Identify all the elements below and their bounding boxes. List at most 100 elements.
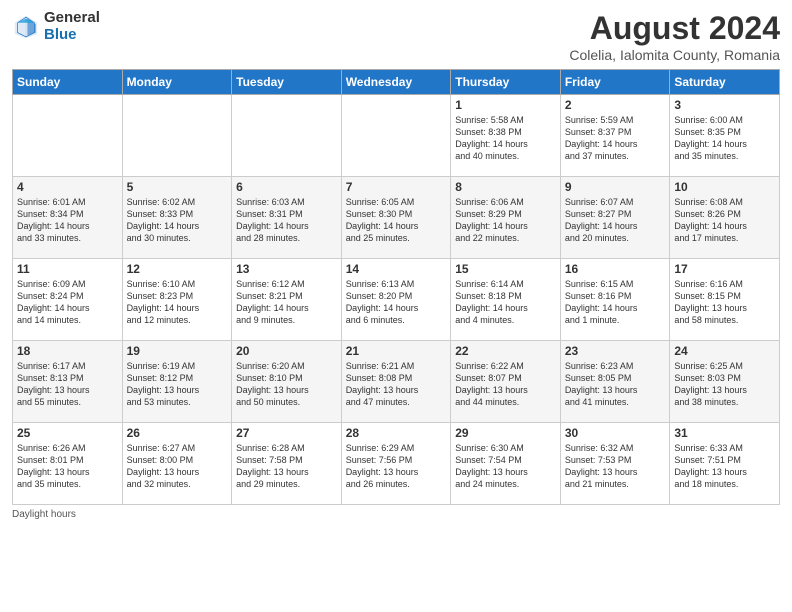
day-number: 11 (17, 262, 118, 276)
day-cell (13, 95, 123, 177)
day-info: Sunrise: 6:15 AM Sunset: 8:16 PM Dayligh… (565, 278, 666, 327)
day-number: 22 (455, 344, 556, 358)
day-cell: 4Sunrise: 6:01 AM Sunset: 8:34 PM Daylig… (13, 177, 123, 259)
day-cell (122, 95, 232, 177)
day-number: 9 (565, 180, 666, 194)
main-title: August 2024 (569, 10, 780, 47)
day-number: 1 (455, 98, 556, 112)
week-row-5: 25Sunrise: 6:26 AM Sunset: 8:01 PM Dayli… (13, 423, 780, 505)
day-cell: 27Sunrise: 6:28 AM Sunset: 7:58 PM Dayli… (232, 423, 342, 505)
week-row-3: 11Sunrise: 6:09 AM Sunset: 8:24 PM Dayli… (13, 259, 780, 341)
day-number: 20 (236, 344, 337, 358)
day-info: Sunrise: 6:23 AM Sunset: 8:05 PM Dayligh… (565, 360, 666, 409)
day-cell: 18 Sunrise: 6:17 AM Sunset: 8:13 PM Dayli… (13, 341, 123, 423)
day-number: 13 (236, 262, 337, 276)
day-cell: 11Sunrise: 6:09 AM Sunset: 8:24 PM Dayli… (13, 259, 123, 341)
col-wednesday: Wednesday (341, 70, 451, 95)
day-number: 7 (346, 180, 447, 194)
day-cell: 2 Sunrise: 5:59 AM Sunset: 8:37 PM Daylig… (560, 95, 670, 177)
col-sunday: Sunday (13, 70, 123, 95)
day-number: 21 (346, 344, 447, 358)
title-block: August 2024 Colelia, Ialomita County, Ro… (569, 10, 780, 63)
day-info: Sunrise: 6:06 AM Sunset: 8:29 PM Dayligh… (455, 196, 556, 245)
day-cell: 31Sunrise: 6:33 AM Sunset: 7:51 PM Dayli… (670, 423, 780, 505)
header: General Blue August 2024 Colelia, Ialomi… (12, 10, 780, 63)
day-cell: 28Sunrise: 6:29 AM Sunset: 7:56 PM Dayli… (341, 423, 451, 505)
page-container: General Blue August 2024 Colelia, Ialomi… (0, 0, 792, 612)
col-monday: Monday (122, 70, 232, 95)
day-cell: 26Sunrise: 6:27 AM Sunset: 8:00 PM Dayli… (122, 423, 232, 505)
day-cell: 21 Sunrise: 6:21 AM Sunset: 8:08 PM Dayli… (341, 341, 451, 423)
day-info: Sunrise: 6:22 AM Sunset: 8:07 PM Dayligh… (455, 360, 556, 409)
day-info: Sunrise: 6:25 AM Sunset: 8:03 PM Dayligh… (674, 360, 775, 409)
day-info: Sunrise: 6:07 AM Sunset: 8:27 PM Dayligh… (565, 196, 666, 245)
day-number: 15 (455, 262, 556, 276)
day-info: Sunrise: 6:16 AM Sunset: 8:15 PM Dayligh… (674, 278, 775, 327)
day-info: Sunrise: 6:14 AM Sunset: 8:18 PM Dayligh… (455, 278, 556, 327)
week-row-2: 4Sunrise: 6:01 AM Sunset: 8:34 PM Daylig… (13, 177, 780, 259)
day-info: Sunrise: 6:13 AM Sunset: 8:20 PM Dayligh… (346, 278, 447, 327)
day-cell: 9 Sunrise: 6:07 AM Sunset: 8:27 PM Daylig… (560, 177, 670, 259)
logo-general: General (44, 10, 100, 27)
calendar-header: Sunday Monday Tuesday Wednesday Thursday… (13, 70, 780, 95)
col-saturday: Saturday (670, 70, 780, 95)
day-info: Sunrise: 6:20 AM Sunset: 8:10 PM Dayligh… (236, 360, 337, 409)
day-cell: 30Sunrise: 6:32 AM Sunset: 7:53 PM Dayli… (560, 423, 670, 505)
day-number: 29 (455, 426, 556, 440)
col-thursday: Thursday (451, 70, 561, 95)
day-cell: 14 Sunrise: 6:13 AM Sunset: 8:20 PM Dayli… (341, 259, 451, 341)
day-cell: 1 Sunrise: 5:58 AM Sunset: 8:38 PM Daylig… (451, 95, 561, 177)
week-row-1: 1 Sunrise: 5:58 AM Sunset: 8:38 PM Daylig… (13, 95, 780, 177)
day-info: Sunrise: 6:10 AM Sunset: 8:23 PM Dayligh… (127, 278, 228, 327)
day-number: 17 (674, 262, 775, 276)
day-number: 24 (674, 344, 775, 358)
day-info: Sunrise: 5:59 AM Sunset: 8:37 PM Dayligh… (565, 114, 666, 163)
day-number: 19 (127, 344, 228, 358)
day-info: Sunrise: 6:21 AM Sunset: 8:08 PM Dayligh… (346, 360, 447, 409)
day-info: Sunrise: 5:58 AM Sunset: 8:38 PM Dayligh… (455, 114, 556, 163)
col-tuesday: Tuesday (232, 70, 342, 95)
day-number: 14 (346, 262, 447, 276)
day-number: 4 (17, 180, 118, 194)
day-cell: 20 Sunrise: 6:20 AM Sunset: 8:10 PM Dayli… (232, 341, 342, 423)
day-info: Sunrise: 6:19 AM Sunset: 8:12 PM Dayligh… (127, 360, 228, 409)
day-number: 6 (236, 180, 337, 194)
day-cell (232, 95, 342, 177)
logo-text: General Blue (44, 10, 100, 43)
day-info: Sunrise: 6:17 AM Sunset: 8:13 PM Dayligh… (17, 360, 118, 409)
day-number: 31 (674, 426, 775, 440)
day-cell: 17 Sunrise: 6:16 AM Sunset: 8:15 PM Dayli… (670, 259, 780, 341)
day-number: 10 (674, 180, 775, 194)
day-cell: 24 Sunrise: 6:25 AM Sunset: 8:03 PM Dayli… (670, 341, 780, 423)
day-number: 18 (17, 344, 118, 358)
day-cell: 25Sunrise: 6:26 AM Sunset: 8:01 PM Dayli… (13, 423, 123, 505)
day-info: Sunrise: 6:28 AM Sunset: 7:58 PM Dayligh… (236, 442, 337, 491)
day-cell: 3 Sunrise: 6:00 AM Sunset: 8:35 PM Daylig… (670, 95, 780, 177)
sub-title: Colelia, Ialomita County, Romania (569, 47, 780, 63)
logo-icon (12, 13, 40, 41)
day-number: 5 (127, 180, 228, 194)
day-number: 25 (17, 426, 118, 440)
day-number: 2 (565, 98, 666, 112)
day-info: Sunrise: 6:03 AM Sunset: 8:31 PM Dayligh… (236, 196, 337, 245)
logo-blue: Blue (44, 27, 100, 44)
day-cell: 10Sunrise: 6:08 AM Sunset: 8:26 PM Dayli… (670, 177, 780, 259)
day-info: Sunrise: 6:30 AM Sunset: 7:54 PM Dayligh… (455, 442, 556, 491)
day-cell: 12Sunrise: 6:10 AM Sunset: 8:23 PM Dayli… (122, 259, 232, 341)
day-cell: 23 Sunrise: 6:23 AM Sunset: 8:05 PM Dayli… (560, 341, 670, 423)
day-info: Sunrise: 6:32 AM Sunset: 7:53 PM Dayligh… (565, 442, 666, 491)
day-cell: 5Sunrise: 6:02 AM Sunset: 8:33 PM Daylig… (122, 177, 232, 259)
day-cell (341, 95, 451, 177)
day-number: 26 (127, 426, 228, 440)
day-number: 23 (565, 344, 666, 358)
day-number: 16 (565, 262, 666, 276)
header-row: Sunday Monday Tuesday Wednesday Thursday… (13, 70, 780, 95)
logo: General Blue (12, 10, 100, 43)
day-info: Sunrise: 6:12 AM Sunset: 8:21 PM Dayligh… (236, 278, 337, 327)
day-info: Sunrise: 6:00 AM Sunset: 8:35 PM Dayligh… (674, 114, 775, 163)
day-number: 8 (455, 180, 556, 194)
day-number: 28 (346, 426, 447, 440)
footer-note: Daylight hours (12, 509, 780, 520)
day-cell: 6 Sunrise: 6:03 AM Sunset: 8:31 PM Daylig… (232, 177, 342, 259)
day-number: 3 (674, 98, 775, 112)
